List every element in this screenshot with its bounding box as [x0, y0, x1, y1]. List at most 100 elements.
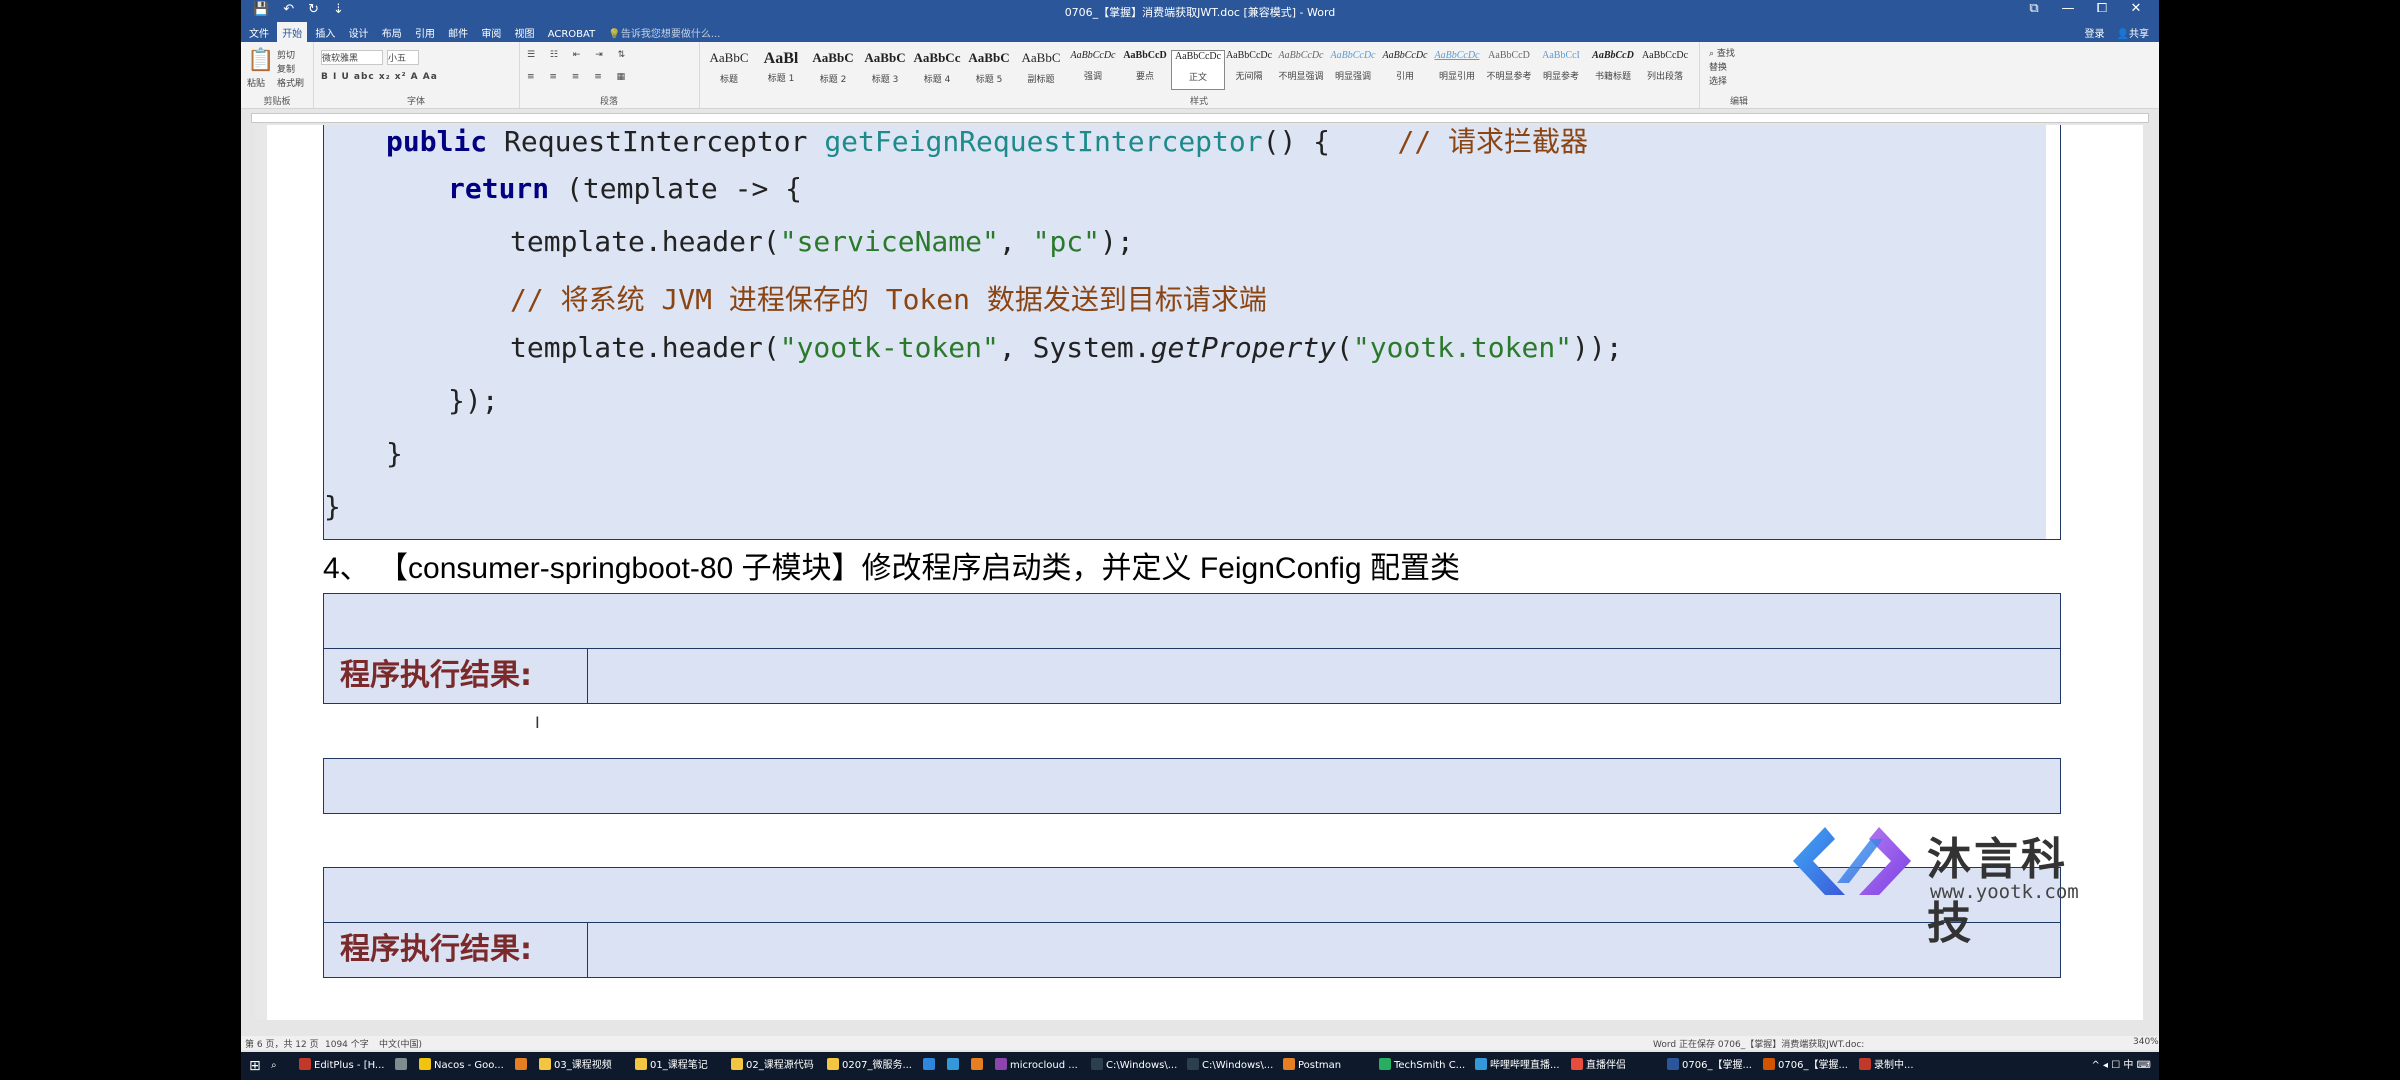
tell-me-placeholder: 告诉我您想要做什么... [620, 29, 721, 40]
taskbar-item[interactable]: 录制中... [1859, 1056, 1951, 1076]
style-subtitle[interactable]: AaBbC 副标题 [1015, 50, 1067, 88]
align-buttons-icon[interactable]: ≡ ≡ ≡ ≡ ▦ [527, 72, 631, 82]
app-icon [1283, 1058, 1295, 1070]
taskbar-item[interactable]: 0706_【掌握... [1763, 1056, 1855, 1076]
paste-button[interactable]: 粘贴 [247, 76, 265, 89]
code-table-1[interactable]: 程序执行结果: [323, 593, 2061, 704]
tab-file[interactable]: 文件 [241, 22, 274, 43]
vertical-scrollbar[interactable] [2147, 125, 2159, 1020]
taskbar-item[interactable]: 哔哩哔哩直播... [1475, 1056, 1567, 1076]
code-block[interactable]: public RequestInterceptor getFeignReques… [323, 125, 2061, 540]
tab-acrobat[interactable]: ACROBAT [543, 26, 601, 43]
taskbar-item[interactable]: 0207_微服务... [827, 1056, 919, 1076]
font-size-select[interactable]: 小五 [387, 50, 419, 65]
taskbar-item[interactable]: C:\Windows\... [1091, 1056, 1183, 1076]
app-icon [731, 1058, 743, 1070]
table-row[interactable]: 程序执行结果: [324, 923, 2060, 977]
tab-insert[interactable]: 插入 [310, 22, 340, 43]
taskbar-item[interactable]: Postman [1283, 1056, 1375, 1076]
start-button[interactable]: ⊞ [249, 1056, 261, 1076]
replace-button[interactable]: 替换 [1709, 60, 1727, 73]
taskbar-item[interactable] [947, 1056, 967, 1076]
style-subtle-reference[interactable]: AaBbCcD 不明显参考 [1483, 50, 1535, 88]
taskbar-item-label: 03_课程视频 [554, 1060, 612, 1071]
taskbar-item[interactable] [395, 1056, 415, 1076]
list-buttons-icon[interactable]: ☰ ☷ ⇤ ⇥ ⇅ [527, 50, 631, 60]
style-normal[interactable]: AaBbCcDc 正文 [1171, 50, 1225, 90]
style-heading-3[interactable]: AaBbC 标题 3 [859, 50, 911, 88]
table-row[interactable] [324, 594, 2060, 649]
horizontal-ruler[interactable] [241, 109, 2159, 125]
select-button[interactable]: 选择 [1709, 74, 1727, 87]
ribbon-display-icon[interactable]: ⧉ [2017, 1, 2051, 16]
tab-home[interactable]: 开始 [277, 22, 308, 43]
style-heading-4[interactable]: AaBbCc 标题 4 [911, 50, 963, 88]
format-painter-button[interactable]: 格式刷 [277, 76, 304, 89]
taskbar-item[interactable]: EditPlus - [H... [299, 1056, 391, 1076]
taskbar-item[interactable]: 0706_【掌握... [1667, 1056, 1759, 1076]
taskbar-item[interactable]: 03_课程视频 [539, 1056, 631, 1076]
vertical-ruler [255, 125, 267, 1020]
taskbar-item-label: 02_课程源代码 [746, 1060, 814, 1071]
taskbar-item[interactable]: 01_课程笔记 [635, 1056, 727, 1076]
style-list-paragraph[interactable]: AaBbCcDc 列出段落 [1639, 50, 1691, 88]
style-intense-reference[interactable]: AaBbCcI 明显参考 [1535, 50, 1587, 88]
style-heading-5[interactable]: AaBbC 标题 5 [963, 50, 1015, 88]
style-emphasis[interactable]: AaBbCcDc 强调 [1067, 50, 1119, 88]
taskbar-item[interactable]: 02_课程源代码 [731, 1056, 823, 1076]
taskbar-item[interactable]: C:\Windows\... [1187, 1056, 1279, 1076]
taskbar-item[interactable]: 直播伴侣 [1571, 1056, 1663, 1076]
system-tray[interactable]: ^ ◂ ☐ 中 ⌨ [2091, 1056, 2151, 1076]
style-intense-quote[interactable]: AaBbCcDc 明显引用 [1431, 50, 1483, 88]
cut-button[interactable]: 剪切 [277, 48, 295, 61]
code-table-2[interactable] [323, 758, 2061, 814]
zoom-level[interactable]: 340% [2133, 1037, 2159, 1047]
style-heading-1[interactable]: AaBl 标题 1 [755, 50, 807, 88]
table-row[interactable] [324, 759, 2060, 813]
search-icon[interactable]: ⌕ [271, 1056, 277, 1076]
page-count[interactable]: 第 6 页，共 12 页 [245, 1037, 319, 1050]
tab-review[interactable]: 审阅 [476, 22, 506, 43]
style-heading-2[interactable]: AaBbC 标题 2 [807, 50, 859, 88]
tab-references[interactable]: 引用 [410, 22, 440, 43]
tab-design[interactable]: 设计 [344, 22, 374, 43]
result-cell[interactable] [589, 923, 2060, 977]
document-page[interactable]: public RequestInterceptor getFeignReques… [255, 125, 2143, 1020]
taskbar-item[interactable] [971, 1056, 991, 1076]
taskbar-item[interactable] [923, 1056, 943, 1076]
find-button[interactable]: ⌕ 查找 [1709, 46, 1735, 59]
table-row[interactable]: 程序执行结果: [324, 649, 2060, 703]
sign-in-link[interactable]: 登录 [2085, 25, 2105, 40]
style-subtle-emphasis[interactable]: AaBbCcDc 不明显强调 [1275, 50, 1327, 88]
share-button[interactable]: 👤共享 [2117, 25, 2149, 40]
taskbar-item[interactable]: TechSmith C... [1379, 1056, 1471, 1076]
tab-layout[interactable]: 布局 [377, 22, 407, 43]
style-strong[interactable]: AaBbCcD 要点 [1119, 50, 1171, 88]
style-intense-emphasis[interactable]: AaBbCcDc 明显强调 [1327, 50, 1379, 88]
minimize-button[interactable]: — [2051, 1, 2085, 16]
font-name-select[interactable]: 微软雅黑 [321, 50, 383, 65]
paste-icon[interactable]: 📋 [247, 48, 274, 73]
window-title: 0706_【掌握】消费端获取JWT.doc [兼容模式] - Word [1064, 6, 1336, 19]
style-title[interactable]: AaBbC 标题 [703, 50, 755, 88]
style-book-title[interactable]: AaBbCcD 书籍标题 [1587, 50, 1639, 88]
tell-me-box[interactable]: 💡告诉我您想要做什么... [603, 22, 725, 43]
font-format-buttons[interactable]: B I U abc x₂ x² A Aa [321, 72, 438, 82]
restore-button[interactable]: ⧠ [2085, 1, 2119, 16]
style-quote[interactable]: AaBbCcDc 引用 [1379, 50, 1431, 88]
close-button[interactable]: ✕ [2119, 1, 2153, 16]
taskbar-item[interactable] [515, 1056, 535, 1076]
taskbar-item[interactable]: Nacos - Goo... [419, 1056, 511, 1076]
word-count[interactable]: 1094 个字 [325, 1037, 369, 1050]
code-line-3: template.header("serviceName", "pc"); [510, 225, 1134, 258]
styles-group: AaBbC 标题 AaBl 标题 1 AaBbC 标题 2 AaBbC 标题 3 AaB… [699, 42, 1700, 108]
style-no-spacing[interactable]: AaBbCcDc 无间隔 [1223, 50, 1275, 88]
copy-button[interactable]: 复制 [277, 62, 295, 75]
taskbar-item-label: 0706_【掌握... [1778, 1060, 1848, 1071]
tab-view[interactable]: 视图 [510, 22, 540, 43]
result-cell[interactable] [589, 649, 2060, 703]
tab-mailings[interactable]: 邮件 [443, 22, 473, 43]
taskbar-item[interactable]: microcloud ... [995, 1056, 1087, 1076]
language[interactable]: 中文(中国) [379, 1037, 422, 1050]
yootk-logo: 沐言科技 www.yootk.com [1787, 817, 2107, 949]
